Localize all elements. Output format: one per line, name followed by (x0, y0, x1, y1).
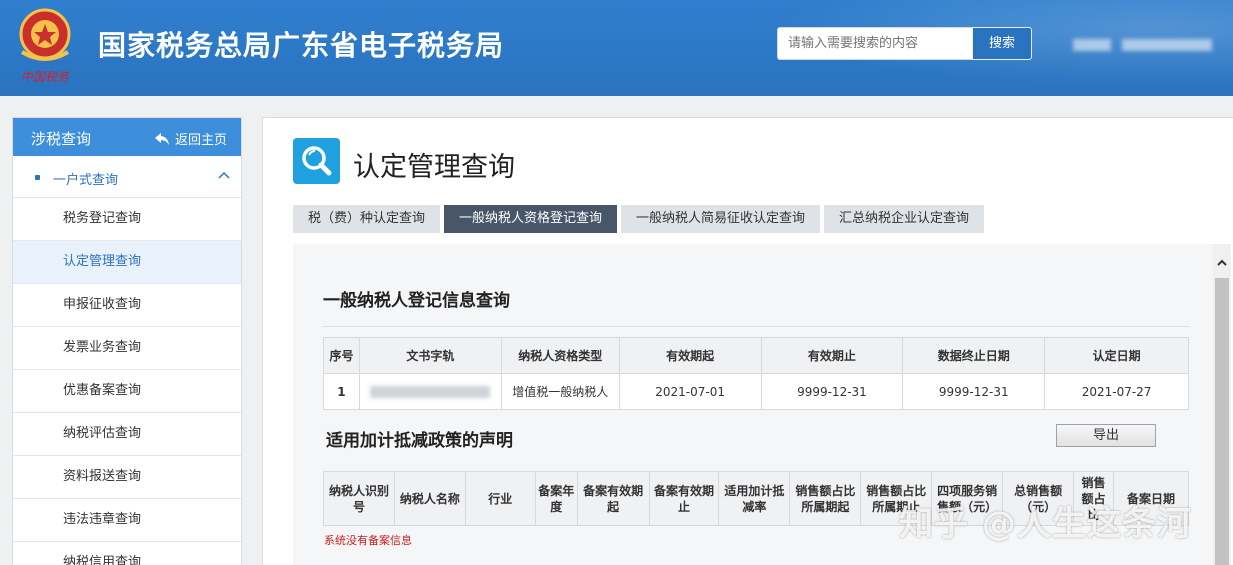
tab-tax-type[interactable]: 税（费）种认定查询 (293, 205, 441, 233)
section-divider (323, 326, 1189, 327)
tab-simple-levy[interactable]: 一般纳税人简易征收认定查询 (621, 205, 821, 233)
cell-doc-blurred (358, 373, 502, 410)
sidebar-item-tax-registration[interactable]: 税务登记查询 (13, 198, 241, 241)
vertical-scrollbar[interactable] (1213, 244, 1231, 565)
cell-seq: 1 (323, 373, 360, 410)
column-header: 行业 (464, 471, 536, 526)
site-title: 国家税务总局广东省电子税务局 (98, 29, 505, 62)
chevron-up-icon (218, 171, 230, 179)
cell-start: 2021-07-01 (618, 373, 762, 410)
back-arrow-icon (154, 132, 169, 145)
sidebar-item-identification[interactable]: 认定管理查询 (13, 241, 241, 284)
column-header: 销售额占比所属期起 (789, 471, 862, 526)
page-title: 认定管理查询 (353, 152, 515, 183)
main-content: 认定管理查询 税（费）种认定查询 一般纳税人资格登记查询 一般纳税人简易征收认定… (262, 117, 1233, 565)
table-header-row: 序号 文书字轨 纳税人资格类型 有效期起 有效期止 数据终止日期 认定日期 (323, 337, 1189, 374)
page-icon (293, 138, 340, 184)
table-row: 1 增值税一般纳税人 2021-07-01 9999-12-31 9999-12… (323, 373, 1189, 410)
column-header: 备案有效期止 (648, 471, 720, 526)
tab-general-taxpayer[interactable]: 一般纳税人资格登记查询 (444, 205, 618, 233)
sidebar-item-assessment[interactable]: 纳税评估查询 (13, 413, 241, 456)
sidebar-item-invoice[interactable]: 发票业务查询 (13, 327, 241, 370)
sidebar-item-preferential[interactable]: 优惠备案查询 (13, 370, 241, 413)
bullet-icon (35, 175, 40, 180)
logo-text: 中国税务 (21, 70, 70, 84)
content-panel: 一般纳税人登记信息查询 序号 文书字轨 纳税人资格类型 有效期起 有效期止 数据… (293, 244, 1217, 565)
cell-type: 增值税一般纳税人 (500, 373, 620, 410)
column-header: 纳税人名称 (393, 471, 466, 526)
column-header: 序号 (323, 337, 360, 374)
scrollbar-thumb[interactable] (1215, 278, 1229, 565)
sidebar-group-label: 一户式查询 (53, 173, 119, 188)
sidebar-item-credit[interactable]: 纳税信用查询 (13, 542, 241, 565)
search-magnifier-icon (302, 146, 332, 176)
tab-consolidated[interactable]: 汇总纳税企业认定查询 (824, 205, 985, 233)
sidebar-header: 涉税查询 返回主页 (13, 118, 241, 156)
cell-data-end: 9999-12-31 (902, 373, 1046, 410)
column-header: 有效期止 (760, 337, 904, 374)
cell-date: 2021-07-27 (1044, 373, 1189, 410)
sidebar-title: 涉税查询 (31, 130, 92, 148)
redacted-text (370, 386, 491, 398)
search-input[interactable] (777, 27, 973, 60)
column-header: 纳税人识别号 (323, 471, 395, 526)
sidebar-item-documents[interactable]: 资料报送查询 (13, 456, 241, 499)
sidebar-item-violations[interactable]: 违法违章查询 (13, 499, 241, 542)
watermark: 知乎 @人生这条河 (899, 504, 1192, 544)
sidebar: 涉税查询 返回主页 一户式查询 税务登记查询 认定管理查询 申报征收查询 发票业… (12, 117, 242, 565)
user-name-blurred (1122, 39, 1212, 51)
registration-table: 序号 文书字轨 纳税人资格类型 有效期起 有效期止 数据终止日期 认定日期 1 … (323, 337, 1189, 410)
search-button[interactable]: 搜索 (972, 27, 1032, 60)
site-header: 中国税务 国家税务总局广东省电子税务局 搜索 (0, 0, 1233, 96)
column-header: 有效期起 (618, 337, 762, 374)
section-title-registration: 一般纳税人登记信息查询 (323, 291, 510, 311)
cell-end: 9999-12-31 (760, 373, 904, 410)
column-header: 纳税人资格类型 (500, 337, 620, 374)
export-button[interactable]: 导出 (1056, 424, 1156, 447)
column-header: 认定日期 (1044, 337, 1189, 374)
column-header: 备案有效期起 (576, 471, 650, 526)
sidebar-item-declaration[interactable]: 申报征收查询 (13, 284, 241, 327)
scroll-up-icon[interactable] (1215, 256, 1229, 270)
home-link-label: 返回主页 (174, 133, 227, 148)
user-info-blurred (1073, 39, 1111, 51)
section-title-declaration: 适用加计抵减政策的声明 (326, 431, 513, 451)
home-link[interactable]: 返回主页 (154, 129, 227, 148)
tab-bar: 税（费）种认定查询 一般纳税人资格登记查询 一般纳税人简易征收认定查询 汇总纳税… (293, 205, 985, 233)
empty-message: 系统没有备案信息 (324, 534, 412, 547)
column-header: 适用加计抵减率 (718, 471, 791, 526)
column-header: 备案年度 (534, 471, 578, 526)
tax-emblem-logo[interactable]: 中国税务 (12, 4, 78, 86)
column-header: 数据终止日期 (902, 337, 1046, 374)
sidebar-group-query[interactable]: 一户式查询 (13, 156, 241, 198)
column-header: 文书字轨 (358, 337, 502, 374)
